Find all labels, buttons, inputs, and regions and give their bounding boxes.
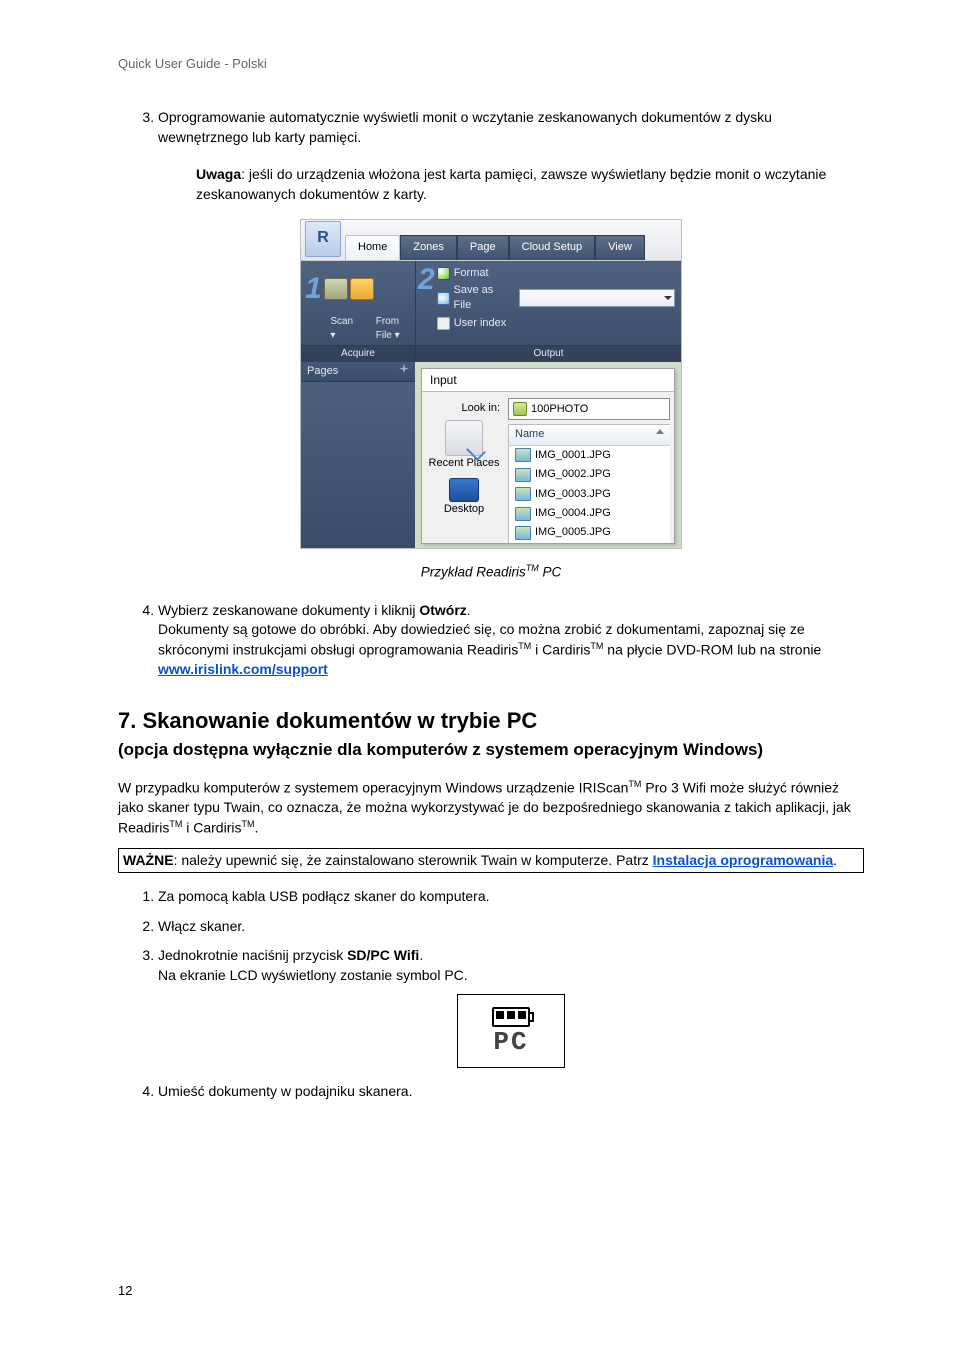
scan-button[interactable]: Scan▾ bbox=[330, 315, 353, 343]
lcd-pc-text: PC bbox=[493, 1029, 528, 1055]
format-icon bbox=[437, 267, 450, 280]
pages-panel-title: Pages bbox=[307, 364, 338, 379]
note-label: Uwaga bbox=[196, 166, 241, 182]
column-header-name[interactable]: Name bbox=[509, 425, 670, 445]
file-row[interactable]: IMG_0001.JPG bbox=[509, 446, 670, 465]
scan-icon[interactable] bbox=[324, 278, 348, 300]
important-box: WAŻNE: należy upewnić się, że zainstalow… bbox=[118, 848, 864, 873]
list-item-c1: Za pomocą kabla USB podłącz skaner do ko… bbox=[158, 887, 864, 907]
image-file-icon bbox=[515, 507, 531, 521]
tab-view[interactable]: View bbox=[595, 235, 645, 259]
user-index-row[interactable]: User index bbox=[437, 315, 675, 332]
lcd-symbol-box: PC bbox=[457, 994, 565, 1068]
screenshot-caption: Przykład ReadirisTM PC bbox=[118, 562, 864, 582]
format-row[interactable]: Format bbox=[437, 265, 675, 282]
page-header: Quick User Guide - Polski bbox=[118, 55, 864, 73]
chevron-down-icon bbox=[664, 296, 672, 300]
item3-text: Oprogramowanie automatycznie wyświetli m… bbox=[158, 109, 772, 145]
image-file-icon bbox=[515, 487, 531, 501]
lookin-label: Look in: bbox=[426, 398, 502, 418]
tab-cloud-setup[interactable]: Cloud Setup bbox=[509, 235, 596, 259]
from-file-icon[interactable] bbox=[350, 278, 374, 300]
ribbon-group-output: 2 Format Save as File User index Output bbox=[416, 261, 681, 362]
ribbon-group-acquire: 1 Scan▾ FromFile ▾ Acquire bbox=[301, 261, 416, 362]
support-link[interactable]: www.irislink.com/support bbox=[158, 661, 328, 677]
ribbon-tabbar: R Home Zones Page Cloud Setup View bbox=[301, 220, 681, 261]
instruction-list-c: Za pomocą kabla USB podłącz skaner do ko… bbox=[118, 887, 864, 1101]
group-label-output: Output bbox=[416, 345, 681, 362]
cloud-icon bbox=[437, 292, 450, 305]
screenshot-wrap: R Home Zones Page Cloud Setup View 1 Sca… bbox=[118, 219, 864, 555]
list-item-c3: Jednokrotnie naciśnij przycisk SD/PC Wif… bbox=[158, 946, 864, 1067]
open-file-dialog: Input Look in: Recent Places Desktop bbox=[421, 368, 675, 544]
list-item-c4: Umieść dokumenty w podajniku skanera. bbox=[158, 1082, 864, 1102]
section-7-title: 7. Skanowanie dokumentów w trybie PC bbox=[118, 706, 864, 737]
list-item-3: Oprogramowanie automatycznie wyświetli m… bbox=[158, 108, 864, 147]
from-file-button[interactable]: FromFile ▾ bbox=[376, 315, 400, 343]
app-logo-icon: R bbox=[305, 221, 341, 257]
image-file-icon bbox=[515, 448, 531, 462]
file-list: Name IMG_0001.JPG IMG_0002.JPG IMG_0003.… bbox=[508, 424, 670, 542]
note-text: : jeśli do urządzenia włożona jest karta… bbox=[196, 166, 826, 202]
readiris-screenshot: R Home Zones Page Cloud Setup View 1 Sca… bbox=[300, 219, 682, 549]
image-file-icon bbox=[515, 468, 531, 482]
tab-page[interactable]: Page bbox=[457, 235, 509, 259]
battery-icon bbox=[492, 1007, 530, 1027]
group-label-acquire: Acquire bbox=[301, 345, 415, 362]
file-row[interactable]: IMG_0003.JPG bbox=[509, 485, 670, 504]
main-area: Input Look in: Recent Places Desktop bbox=[415, 362, 681, 548]
desktop-label[interactable]: Desktop bbox=[426, 502, 502, 517]
save-as-file-row[interactable]: Save as File bbox=[437, 282, 675, 315]
recent-places-label[interactable]: Recent Places bbox=[426, 456, 502, 471]
note-block: Uwaga: jeśli do urządzenia włożona jest … bbox=[196, 165, 864, 204]
file-row[interactable]: IMG_0002.JPG bbox=[509, 465, 670, 484]
file-row[interactable]: IMG_0004.JPG bbox=[509, 504, 670, 523]
recent-places-icon[interactable] bbox=[445, 420, 483, 456]
section-7-subtitle: (opcja dostępna wyłącznie dla komputerów… bbox=[118, 738, 864, 762]
instruction-list-b: Wybierz zeskanowane dokumenty i kliknij … bbox=[118, 601, 864, 680]
user-index-icon bbox=[437, 317, 450, 330]
list-item-c2: Włącz skaner. bbox=[158, 917, 864, 937]
dialog-title: Input bbox=[422, 369, 674, 393]
dialog-places: Look in: Recent Places Desktop bbox=[426, 398, 502, 542]
image-file-icon bbox=[515, 526, 531, 540]
tab-home[interactable]: Home bbox=[345, 235, 400, 259]
sort-asc-icon bbox=[656, 429, 664, 434]
tab-zones[interactable]: Zones bbox=[400, 235, 457, 259]
list-item-4: Wybierz zeskanowane dokumenty i kliknij … bbox=[158, 601, 864, 680]
lookin-combo[interactable]: 100PHOTO bbox=[508, 398, 670, 420]
step-number-2: 2 bbox=[418, 265, 435, 295]
step-number-1: 1 bbox=[305, 274, 322, 304]
instruction-list-a: Oprogramowanie automatycznie wyświetli m… bbox=[118, 108, 864, 147]
drive-icon bbox=[513, 402, 527, 416]
pin-icon[interactable] bbox=[399, 364, 409, 374]
file-row[interactable]: IMG_0005.JPG bbox=[509, 523, 670, 542]
ribbon: 1 Scan▾ FromFile ▾ Acquire 2 Format bbox=[301, 261, 681, 362]
save-as-file-combo[interactable] bbox=[519, 289, 675, 307]
section-7-para1: W przypadku komputerów z systemem operac… bbox=[118, 778, 864, 838]
desktop-icon[interactable] bbox=[449, 478, 479, 502]
install-link[interactable]: Instalacja oprogramowania bbox=[653, 852, 834, 868]
lookin-value: 100PHOTO bbox=[531, 402, 588, 417]
pages-panel: Pages bbox=[301, 362, 415, 548]
page-number: 12 bbox=[118, 1282, 132, 1300]
